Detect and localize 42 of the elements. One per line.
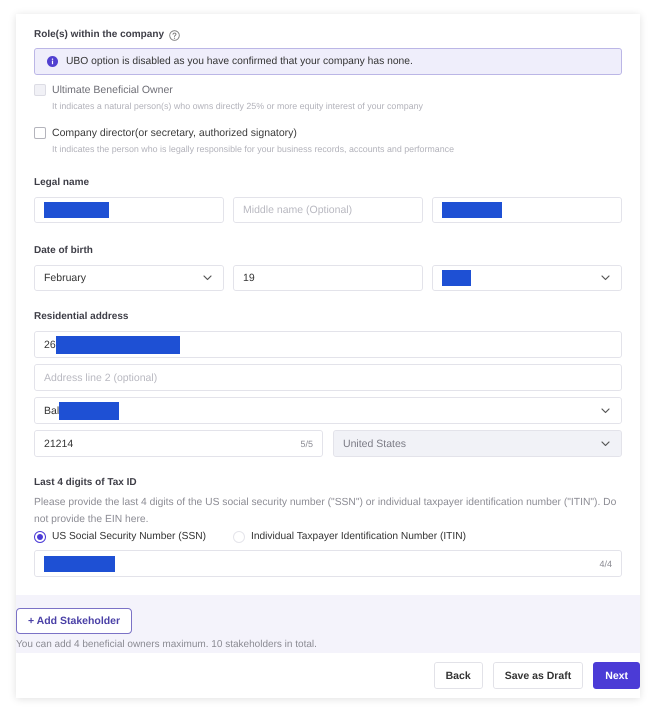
help-icon <box>169 30 180 40</box>
redaction-block <box>44 202 109 218</box>
character-counter: 4/4 <box>599 558 612 568</box>
text-field[interactable]: Middle name (Optional) <box>233 197 423 223</box>
option-description: It indicates the person who is legally responsible for your business records, accounts and performance <box>52 144 456 155</box>
text-field[interactable] <box>432 197 622 223</box>
text-field[interactable] <box>34 197 224 223</box>
character-counter: 5/5 <box>300 438 313 448</box>
add-stakeholder-button[interactable]: + Add Stakeholder <box>16 608 132 634</box>
text-field[interactable]: 19 <box>233 265 423 291</box>
section-label: Residential address <box>34 310 130 324</box>
dropdown-field[interactable]: February <box>34 265 224 291</box>
section-label: Last 4 digits of Tax ID <box>34 476 138 490</box>
text-field[interactable]: Address line 2 (optional) <box>34 364 622 391</box>
text-field[interactable]: 26 <box>34 331 622 358</box>
checkbox[interactable] <box>34 127 46 139</box>
caret-icon <box>601 275 610 281</box>
secondary-button[interactable]: Save as Draft <box>492 662 584 689</box>
dropdown-field[interactable]: Bal <box>34 397 622 424</box>
caret-icon <box>601 440 610 446</box>
info-icon <box>47 56 58 67</box>
section-label: Date of birth <box>34 244 94 258</box>
hint-text: Please provide the last 4 digits of the US social security number ("SSN") or individual taxpayer identification number ("ITIN"). Do not provide the EIN here. <box>34 496 618 527</box>
option-description: It indicates a natural person(s) who owns directly 25% or more equity interest of your company <box>52 101 424 112</box>
radio-label[interactable]: Individual Taxpayer Identification Number (ITIN) <box>251 530 466 544</box>
redaction-block <box>442 270 471 286</box>
checkbox-label[interactable]: Company director(or secretary, authorized signatory) <box>52 126 622 140</box>
next-button[interactable]: Next <box>593 662 640 689</box>
radio-label[interactable]: US Social Security Number (SSN) <box>52 530 206 544</box>
secondary-button[interactable]: Back <box>434 662 483 689</box>
dropdown-field[interactable] <box>432 265 622 291</box>
radio-button[interactable] <box>34 531 46 543</box>
redaction-block <box>44 556 115 572</box>
notice-text: UBO option is disabled as you have confirmed that your company has none. <box>66 56 413 67</box>
text-field[interactable]: 21214 5/5 <box>34 430 323 457</box>
section-label: Legal name <box>34 176 90 190</box>
redaction-block <box>59 402 120 420</box>
caret-icon <box>203 275 212 281</box>
caret-icon <box>601 408 610 414</box>
limit-note: You can add 4 beneficial owners maximum. 10 stakeholders in total. <box>16 639 318 651</box>
redaction-block <box>442 202 502 218</box>
section-label: Role(s) within the company <box>34 28 164 42</box>
